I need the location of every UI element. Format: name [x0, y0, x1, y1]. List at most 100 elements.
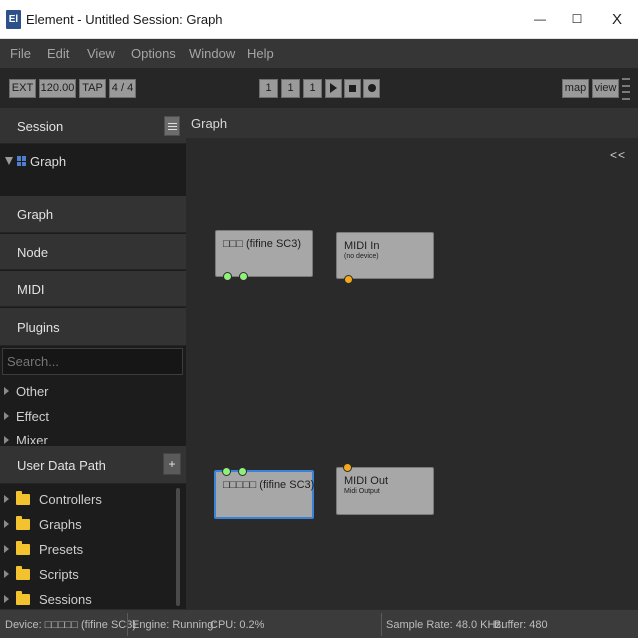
status-sample-rate: Sample Rate: 48.0 KHz:: [386, 619, 505, 631]
category-label: Other: [16, 383, 49, 399]
transport-toolbar: EXT 120.00 TAP 4 / 4 1 1 1 map view: [0, 68, 638, 108]
audio-input-node[interactable]: □□□ (fifine SC3): [215, 230, 313, 281]
graph-grid-icon: [17, 156, 27, 166]
category-clip: Mixer: [0, 428, 186, 444]
midi-out-node[interactable]: MIDI Out Midi Output: [336, 463, 434, 515]
plugin-search-input[interactable]: [2, 348, 183, 375]
minimize-button[interactable]: —: [528, 8, 552, 30]
folder-graphs[interactable]: Graphs: [4, 514, 82, 534]
session-label: Session: [17, 119, 64, 134]
folder-label: Controllers: [39, 491, 102, 507]
menu-window[interactable]: Window: [189, 46, 235, 61]
status-engine: Engine: Running:: [132, 619, 217, 631]
audio-in-port[interactable]: [222, 467, 231, 476]
midi-out-port[interactable]: [344, 275, 353, 284]
panel-plugins[interactable]: Plugins: [0, 308, 186, 346]
view-button[interactable]: view: [592, 79, 619, 98]
audio-output-node[interactable]: □□□□□ (fifine SC3): [214, 467, 314, 519]
node-title: □□□ (fifine SC3): [223, 238, 302, 250]
expand-arrow-icon[interactable]: [4, 595, 9, 603]
add-path-button[interactable]: +: [163, 453, 181, 475]
record-button[interactable]: [363, 79, 380, 98]
expand-arrow-icon[interactable]: [4, 545, 9, 553]
folder-sessions[interactable]: Sessions: [4, 589, 92, 609]
play-icon: [330, 83, 337, 94]
stop-button[interactable]: [344, 79, 361, 98]
map-button[interactable]: map: [562, 79, 589, 98]
bar-counter[interactable]: 1: [259, 79, 278, 98]
folder-scripts[interactable]: Scripts: [4, 564, 79, 584]
ext-sync-button[interactable]: EXT: [9, 79, 36, 98]
expand-arrow-icon[interactable]: [4, 570, 9, 578]
folder-label: Graphs: [39, 516, 82, 532]
menu-options[interactable]: Options: [131, 46, 176, 61]
panel-midi[interactable]: MIDI: [0, 271, 186, 307]
folder-label: Scripts: [39, 566, 79, 582]
session-menu-button[interactable]: [164, 116, 180, 136]
category-other[interactable]: Other: [4, 382, 49, 400]
maximize-button[interactable]: ☐: [565, 8, 589, 30]
status-buffer: Buffer: 480: [494, 619, 548, 631]
status-device: Device: □□□□□ (fifine SC3): [5, 619, 137, 631]
menu-help[interactable]: Help: [247, 46, 274, 61]
folder-icon: [16, 515, 30, 530]
play-button[interactable]: [325, 79, 342, 98]
title-bar: El Element - Untitled Session: Graph — ☐…: [0, 0, 638, 39]
expand-arrow-icon[interactable]: [4, 387, 9, 395]
folder-label: Sessions: [39, 591, 92, 607]
audio-out-port[interactable]: [239, 272, 248, 281]
session-header[interactable]: Session: [0, 108, 186, 144]
menu-edit[interactable]: Edit: [47, 46, 69, 61]
folder-presets[interactable]: Presets: [4, 539, 83, 559]
category-label: Effect: [16, 408, 50, 424]
audio-out-port[interactable]: [223, 272, 232, 281]
panel-node[interactable]: Node: [0, 234, 186, 270]
category-effect[interactable]: Effect: [4, 407, 49, 425]
category-mixer[interactable]: Mixer: [4, 431, 48, 444]
panel-node-label: Node: [17, 245, 49, 260]
beat-counter[interactable]: 1: [281, 79, 300, 98]
graph-header: Graph: [186, 108, 638, 138]
graph-canvas[interactable]: << □□□ (fifine SC3) MIDI In (no device) …: [186, 138, 638, 609]
user-data-scrollbar[interactable]: [176, 488, 180, 606]
user-data-path-label: User Data Path: [17, 458, 106, 473]
graph-title: Graph: [191, 116, 228, 131]
expand-arrow-icon[interactable]: [4, 412, 9, 420]
status-bar: Device: □□□□□ (fifine SC3) Engine: Runni…: [0, 609, 638, 638]
folder-controllers[interactable]: Controllers: [4, 489, 102, 509]
record-icon: [367, 84, 376, 93]
expand-arrow-icon[interactable]: [4, 436, 9, 444]
panel-graph-label: Graph: [17, 207, 54, 222]
time-signature-field[interactable]: 4 / 4: [109, 79, 136, 98]
menu-view[interactable]: View: [87, 46, 115, 61]
node-title: MIDI Out: [344, 475, 389, 487]
midi-in-node[interactable]: MIDI In (no device): [336, 232, 434, 284]
midi-in-port[interactable]: [343, 463, 352, 472]
subdivision-counter[interactable]: 1: [303, 79, 322, 98]
expand-arrow-icon[interactable]: [4, 495, 9, 503]
panel-plugins-label: Plugins: [17, 320, 60, 335]
toolbar-grip-icon[interactable]: [622, 78, 630, 100]
status-divider: [381, 613, 382, 636]
collapse-button[interactable]: <<: [610, 148, 626, 162]
stop-icon: [349, 84, 356, 92]
expand-arrow-icon[interactable]: [4, 520, 9, 528]
tempo-field[interactable]: 120.00: [39, 79, 76, 98]
expand-triangle-icon[interactable]: [5, 157, 13, 165]
menu-bar: File Edit View Options Window Help: [0, 39, 638, 68]
tap-tempo-button[interactable]: TAP: [79, 79, 106, 98]
node-title: MIDI In: [344, 240, 380, 252]
user-data-path-header[interactable]: User Data Path: [0, 446, 186, 484]
audio-in-port[interactable]: [238, 467, 247, 476]
session-tree-graph[interactable]: Graph: [5, 153, 66, 169]
app-logo-icon: El: [6, 10, 21, 29]
window-title: Element - Untitled Session: Graph: [26, 12, 223, 27]
category-label: Mixer: [16, 432, 48, 445]
close-button[interactable]: X: [605, 8, 629, 30]
tree-graph-label: Graph: [30, 153, 67, 169]
status-divider: [127, 613, 128, 636]
panel-graph[interactable]: Graph: [0, 196, 186, 233]
folder-icon: [16, 490, 30, 505]
folder-icon: [16, 540, 30, 555]
menu-file[interactable]: File: [10, 46, 31, 61]
